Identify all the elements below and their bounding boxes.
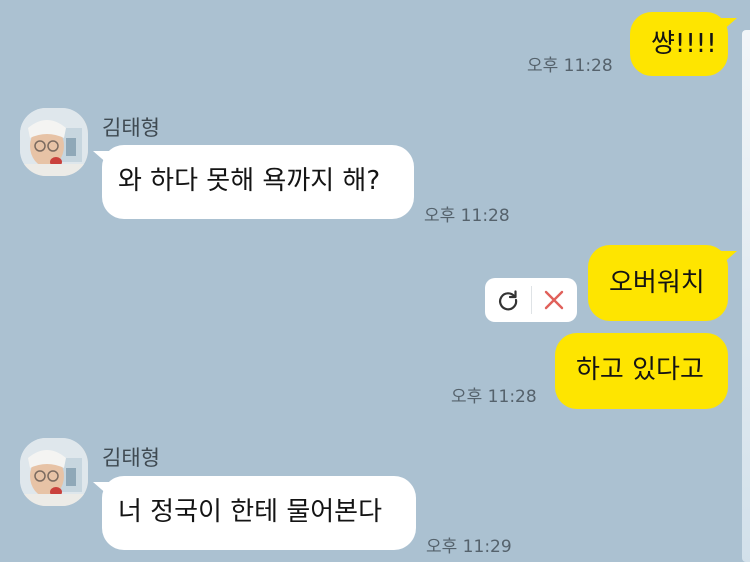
sender-avatar[interactable] (20, 438, 88, 506)
retry-button[interactable] (485, 278, 531, 322)
message-time: 오후 11:28 (451, 387, 537, 407)
sender-avatar[interactable] (20, 108, 88, 176)
my-message-bubble[interactable]: 썅!!!! (630, 12, 737, 76)
delete-icon (545, 290, 564, 310)
their-message-bubble[interactable]: 너 정국이 한테 물어본다 (93, 476, 416, 550)
sender-name: 김태형 (102, 446, 160, 470)
sender-name: 김태형 (102, 116, 160, 140)
avatar-photo-icon (20, 438, 88, 506)
retry-icon (498, 290, 517, 311)
their-message-bubble[interactable]: 와 하다 못해 욕까지 해? (93, 145, 414, 219)
message-time: 오후 11:28 (527, 56, 613, 76)
message-time: 오후 11:29 (426, 537, 512, 557)
my-message-bubble[interactable]: 오버워치 (588, 245, 737, 321)
failed-message-actions (485, 278, 577, 322)
my-message-bubble[interactable]: 하고 있다고 (555, 333, 728, 409)
avatar-photo-icon (20, 108, 88, 176)
scrollbar[interactable] (742, 30, 750, 562)
message-time: 오후 11:28 (424, 206, 510, 226)
delete-button[interactable] (532, 278, 578, 322)
